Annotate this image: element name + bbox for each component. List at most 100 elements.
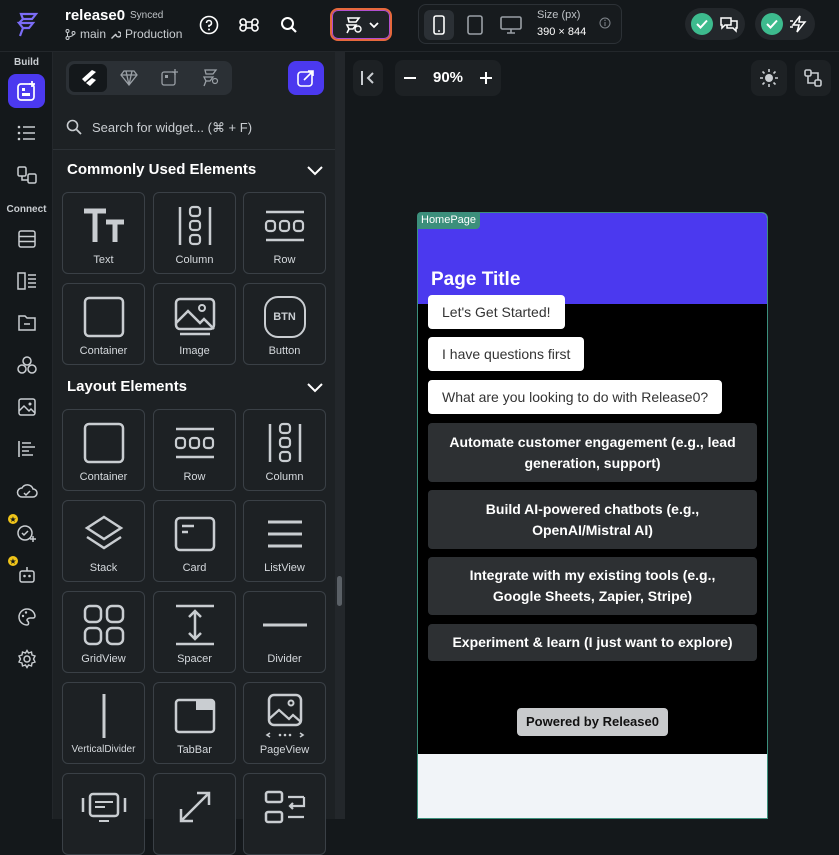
card-icon [154, 509, 235, 559]
desktop-device-icon[interactable] [496, 10, 526, 40]
storyboard-icon[interactable] [8, 158, 45, 192]
help-icon[interactable] [198, 14, 220, 36]
widget-tile-button[interactable]: BTN Button [243, 283, 326, 365]
column-icon [244, 418, 325, 468]
top-bar: release0 Synced main Production Size (px… [0, 0, 839, 52]
app-state-icon[interactable] [8, 264, 45, 298]
widget-tile-image[interactable]: Image [153, 283, 236, 365]
widget-label: Button [268, 345, 301, 357]
branch-info[interactable]: main Production [65, 27, 182, 41]
widget-label: GridView [81, 653, 126, 665]
scrollbar-thumb[interactable] [337, 576, 342, 606]
project-components-tab[interactable] [151, 64, 189, 92]
page-name-tag[interactable]: HomePage [417, 212, 481, 229]
open-external-button[interactable] [288, 61, 324, 95]
search-icon[interactable] [278, 14, 300, 36]
widget-tile-expanded[interactable] [153, 773, 236, 855]
chat-bubble[interactable]: What are you looking to do with Release0… [428, 380, 723, 414]
integrations-icon[interactable] [8, 348, 45, 382]
settings-gear-icon[interactable] [8, 642, 45, 676]
row-icon [244, 201, 325, 251]
container-icon [63, 418, 144, 468]
phone-device-icon[interactable] [424, 10, 454, 40]
canvas-settings-icon[interactable] [795, 60, 831, 96]
widget-tile-stack[interactable]: Stack [62, 500, 145, 582]
section-title-common: Commonly Used Elements [67, 161, 257, 178]
panel-tabs [66, 61, 232, 95]
widget-label: Spacer [177, 653, 212, 665]
widget-search-input[interactable] [92, 119, 312, 135]
widget-tile-listview[interactable]: ListView [243, 500, 326, 582]
widget-tile-verticaldivider[interactable]: VerticalDivider [62, 682, 145, 764]
widget-tile-spacer[interactable]: Spacer [153, 591, 236, 673]
flutterflow-run-icon [343, 16, 363, 34]
collapse-panel-icon[interactable] [353, 60, 383, 96]
chat-status-pill[interactable] [685, 8, 745, 40]
widget-label: VerticalDivider [71, 744, 136, 755]
project-name[interactable]: release0 [65, 7, 125, 24]
widget-palette-icon[interactable] [8, 74, 45, 108]
image-icon [154, 292, 235, 342]
widget-panel: Commonly Used Elements Text Column Row C… [53, 52, 335, 855]
logic-icon[interactable] [8, 432, 45, 466]
widget-tile-pageview[interactable]: PageView [243, 682, 326, 764]
device-selector: Size (px) 390 × 844 [418, 4, 622, 44]
widget-tile-wrap[interactable] [243, 773, 326, 855]
lightning-icon [789, 15, 809, 33]
widget-tile-divider[interactable]: Divider [243, 591, 326, 673]
zoom-in-icon[interactable] [477, 69, 495, 87]
widget-tile-container[interactable]: Container [62, 283, 145, 365]
widget-label: TabBar [177, 744, 212, 756]
chat-bubble[interactable]: I have questions first [428, 337, 585, 371]
theme-icon[interactable] [8, 600, 45, 634]
check-icon [761, 13, 783, 35]
library-components-tab[interactable] [191, 64, 229, 92]
premium-components-tab[interactable] [110, 64, 148, 92]
info-icon[interactable] [599, 17, 611, 29]
widget-tile-column[interactable]: Column [243, 409, 326, 491]
widget-label: PageView [259, 744, 310, 756]
deploy-status-pill[interactable] [755, 8, 815, 40]
size-value[interactable]: 390 × 844 [537, 26, 586, 38]
widget-tree-icon[interactable] [8, 116, 45, 150]
chat-bubble[interactable]: Let's Get Started! [428, 295, 565, 329]
pageview-icon [244, 691, 325, 741]
widget-tile-container[interactable]: Container [62, 409, 145, 491]
option-button[interactable]: Build AI-powered chatbots (e.g., OpenAI/… [428, 490, 757, 549]
size-label: Size (px) [537, 9, 581, 21]
option-button[interactable]: Integrate with my existing tools (e.g., … [428, 557, 757, 615]
sync-status: Synced [130, 10, 164, 21]
widget-tile-row[interactable]: Row [243, 192, 326, 274]
cloud-icon[interactable] [8, 474, 45, 508]
panel-scrollbar[interactable] [335, 52, 345, 819]
media-icon[interactable] [8, 390, 45, 424]
chevron-down-icon[interactable] [306, 162, 324, 180]
powered-by-badge[interactable]: Powered by Release0 [517, 708, 668, 736]
widget-tile-row[interactable]: Row [153, 409, 236, 491]
run-mode-button[interactable] [330, 8, 392, 41]
flutter-widgets-tab[interactable] [69, 64, 107, 92]
flutterflow-logo-icon[interactable] [14, 11, 40, 39]
command-icon[interactable] [238, 14, 260, 36]
carousel-icon [63, 782, 144, 832]
widget-tile-text[interactable]: Text [62, 192, 145, 274]
option-button[interactable]: Automate customer engagement (e.g., lead… [428, 423, 757, 482]
list-icon [244, 509, 325, 559]
widget-label: Row [273, 254, 296, 266]
premium-star-icon: ★ [7, 555, 19, 567]
assets-icon[interactable] [8, 306, 45, 340]
widget-tile-carousel[interactable] [62, 773, 145, 855]
branch-name: main [80, 27, 107, 41]
widget-tile-card[interactable]: Card [153, 500, 236, 582]
widget-label: Divider [267, 653, 302, 665]
chevron-down-icon[interactable] [306, 379, 324, 397]
database-icon[interactable] [8, 222, 45, 256]
tablet-device-icon[interactable] [460, 10, 490, 40]
widget-label: ListView [264, 562, 305, 574]
light-mode-icon[interactable] [751, 60, 787, 96]
option-button[interactable]: Experiment & learn (I just want to explo… [428, 624, 757, 661]
widget-tile-gridview[interactable]: GridView [62, 591, 145, 673]
widget-tile-tabbar[interactable]: TabBar [153, 682, 236, 764]
check-icon [691, 13, 713, 35]
widget-tile-column[interactable]: Column [153, 192, 236, 274]
